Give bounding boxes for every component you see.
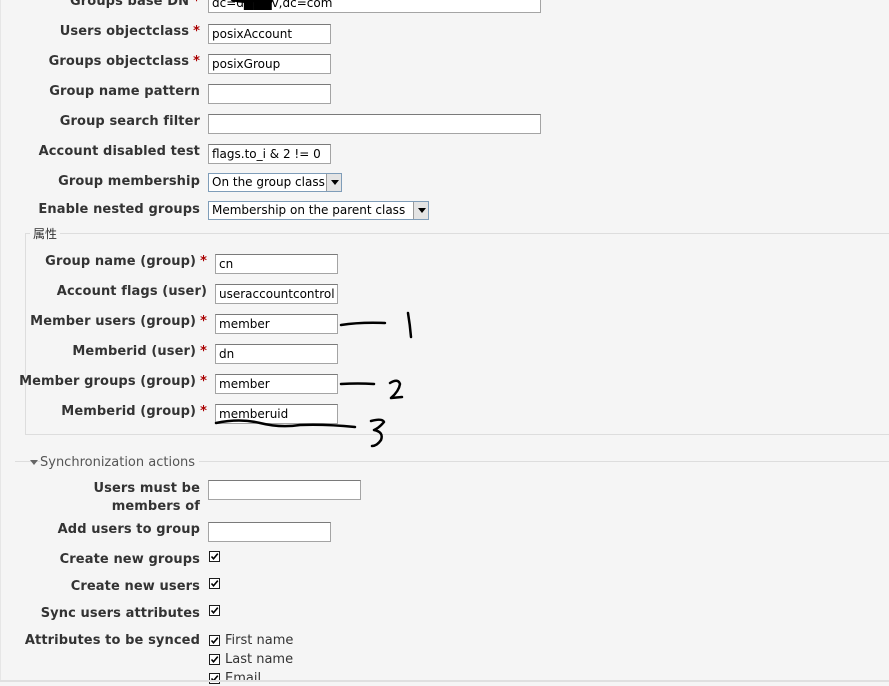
required-star: * [193, 24, 200, 39]
account-flags-user-label: Account flags (user) [56, 284, 207, 299]
group-name-group-field[interactable]: cn [215, 254, 338, 274]
group-name-pattern-label: Group name pattern [49, 84, 200, 99]
add-users-to-group-field[interactable] [208, 522, 331, 542]
checkmark-icon [210, 553, 219, 561]
collapse-triangle-icon[interactable] [30, 460, 38, 465]
account-disabled-test-field[interactable]: flags.to_i & 2 != 0 [208, 144, 331, 164]
group-membership-label: Group membership [58, 174, 200, 189]
checkmark-icon [210, 580, 219, 588]
create-new-groups-label: Create new groups [59, 552, 200, 567]
attributes-to-be-synced-label: Attributes to be synced [24, 633, 200, 648]
groups-base-dn-label-text: Groups base DN [70, 0, 190, 9]
email-checkbox[interactable] [209, 673, 220, 684]
users-must-be-members-of-field[interactable] [208, 480, 361, 500]
member-users-group-label: Member users (group) * [30, 314, 207, 330]
left-border [0, 0, 1, 682]
required-star: * [200, 404, 207, 419]
enable-nested-groups-selected: Membership on the parent class [212, 203, 406, 217]
group-name-group-label: Group name (group) * [45, 254, 207, 270]
email-option-label[interactable]: Email [225, 671, 261, 686]
sync-users-attributes-checkbox[interactable] [209, 605, 220, 616]
memberid-group-label: Memberid (group) * [61, 404, 207, 420]
first-name-checkbox[interactable] [209, 635, 220, 646]
groups-base-dn-label: Groups base DN * [70, 0, 200, 10]
required-star: * [193, 0, 200, 9]
last-name-option-label[interactable]: Last name [225, 652, 293, 667]
memberid-user-label: Memberid (user) * [72, 344, 207, 360]
required-star: * [200, 254, 207, 269]
group-search-filter-label: Group search filter [59, 114, 200, 129]
sync-section-title[interactable]: Synchronization actions [40, 455, 200, 471]
chevron-down-icon[interactable] [413, 202, 428, 219]
group-membership-select[interactable]: On the group class [208, 173, 342, 192]
users-objectclass-label: Users objectclass * [60, 24, 200, 40]
users-objectclass-field[interactable]: posixAccount [208, 24, 331, 44]
create-new-users-checkbox[interactable] [209, 578, 220, 589]
chevron-down-icon[interactable] [326, 174, 341, 191]
users-must-be-members-of-label: Users must be members of [93, 481, 200, 514]
account-disabled-test-label: Account disabled test [38, 144, 200, 159]
required-star: * [200, 374, 207, 389]
member-groups-group-label-text: Member groups (group) [19, 374, 197, 389]
memberid-user-field[interactable]: dn [215, 344, 338, 364]
groups-objectclass-label-text: Groups objectclass [48, 54, 190, 69]
group-search-filter-field[interactable] [208, 114, 541, 134]
last-name-checkbox[interactable] [209, 654, 220, 665]
first-name-option-label[interactable]: First name [225, 633, 293, 648]
checkmark-icon [210, 656, 219, 664]
group-name-group-label-text: Group name (group) [45, 254, 197, 269]
required-star: * [200, 314, 207, 329]
create-new-groups-checkbox[interactable] [209, 551, 220, 562]
group-membership-selected: On the group class [212, 175, 325, 189]
create-new-users-label: Create new users [70, 579, 200, 594]
checkmark-icon [210, 637, 219, 645]
member-groups-group-label: Member groups (group) * [19, 374, 207, 390]
add-users-to-group-label: Add users to group [57, 522, 200, 537]
member-groups-group-field[interactable]: member [215, 374, 338, 394]
users-objectclass-label-text: Users objectclass [59, 24, 190, 39]
member-users-group-field[interactable]: member [215, 314, 338, 334]
attributes-legend: 属性 [30, 226, 61, 242]
member-users-group-label-text: Member users (group) [30, 314, 197, 329]
groups-objectclass-field[interactable]: posixGroup [208, 54, 331, 74]
enable-nested-groups-label: Enable nested groups [38, 202, 200, 217]
group-name-pattern-field[interactable] [208, 84, 331, 104]
memberid-group-field[interactable]: memberuid [215, 404, 338, 424]
groups-base-dn-field[interactable]: dc=d███v,dc=com [208, 0, 541, 13]
account-flags-user-field[interactable]: useraccountcontrol [215, 284, 338, 304]
sync-users-attributes-label: Sync users attributes [40, 606, 200, 621]
groups-objectclass-label: Groups objectclass * [49, 54, 200, 70]
ldap-settings-page: Groups base DN * dc=d███v,dc=com Users ob… [0, 0, 889, 686]
enable-nested-groups-select[interactable]: Membership on the parent class [208, 201, 429, 220]
required-star: * [193, 54, 200, 69]
required-star: * [200, 344, 207, 359]
checkmark-icon [210, 607, 219, 615]
memberid-group-label-text: Memberid (group) [61, 404, 197, 419]
memberid-user-label-text: Memberid (user) [72, 344, 197, 359]
